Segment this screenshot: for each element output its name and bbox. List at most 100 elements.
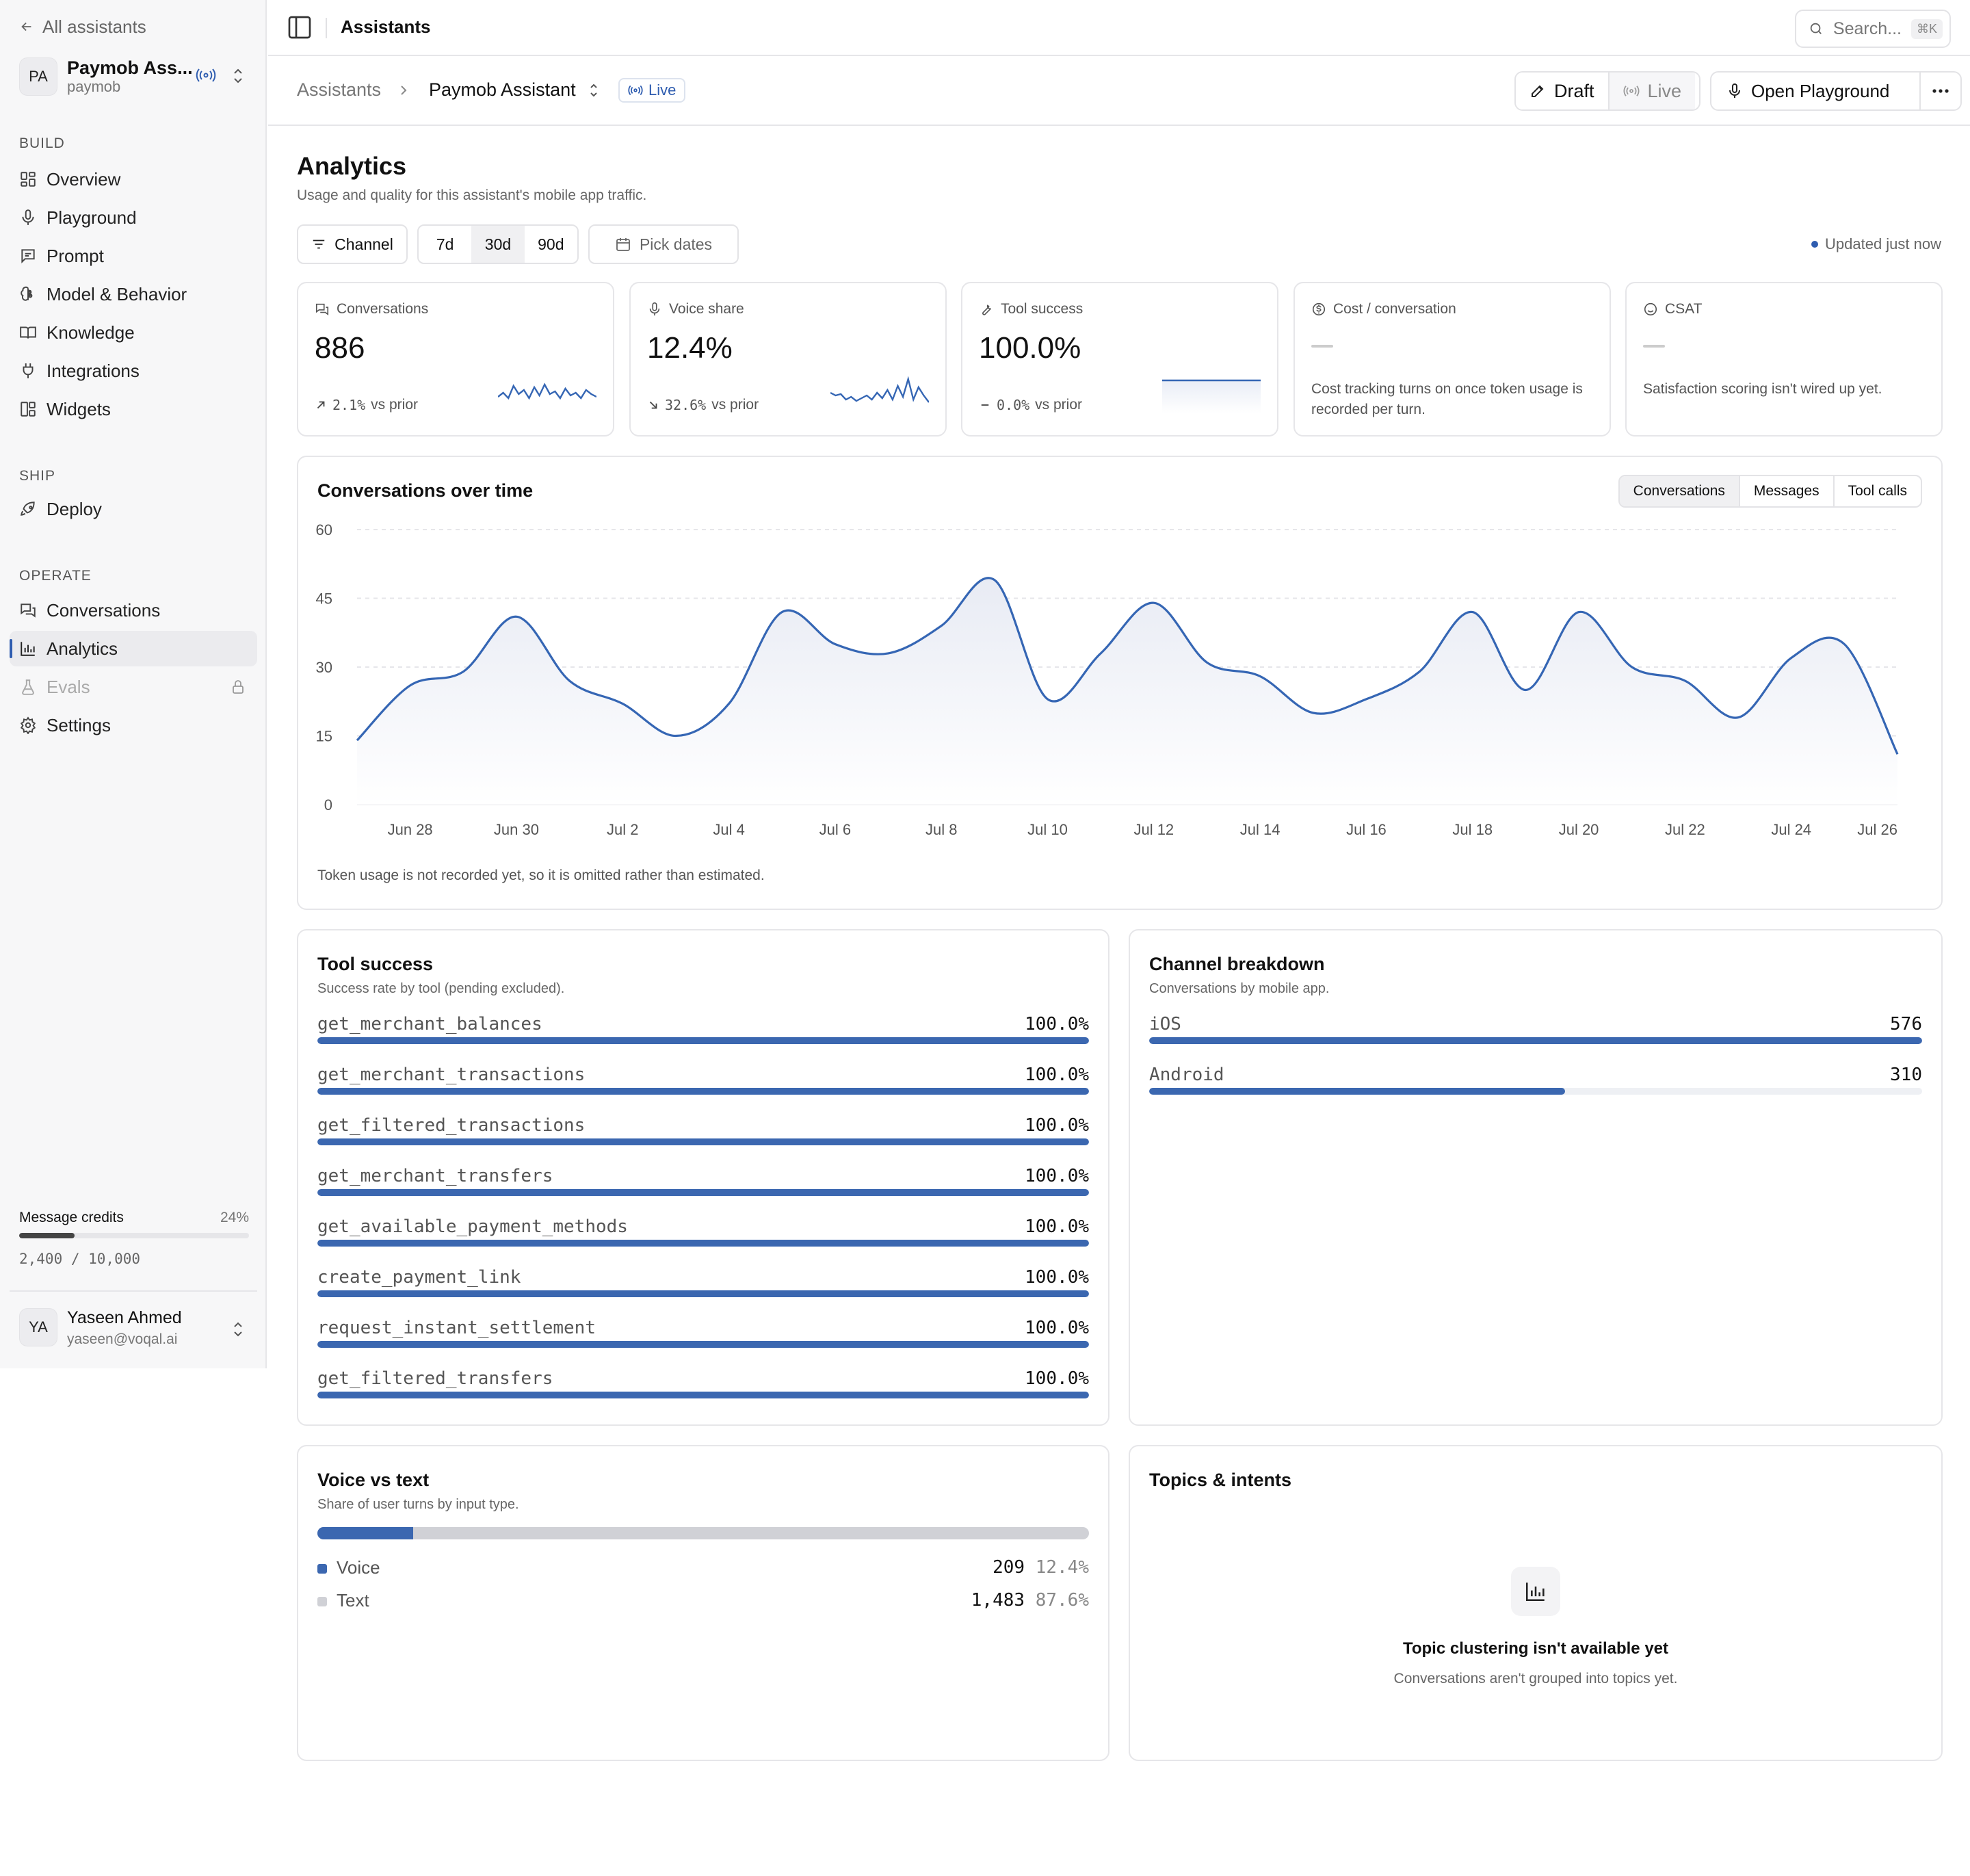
arrow-left-icon xyxy=(21,22,31,31)
more-actions-button[interactable] xyxy=(1919,71,1962,111)
nav-label: Playground xyxy=(47,207,137,228)
row-value: 100.0% xyxy=(1025,1318,1089,1338)
nav-conversations[interactable]: Conversations xyxy=(10,592,257,628)
row-fill xyxy=(1149,1037,1922,1044)
credits-bar-fill xyxy=(19,1233,75,1238)
card-subtitle: Conversations by mobile app. xyxy=(1149,981,1330,996)
breadcrumb-assistants[interactable]: Assistants xyxy=(297,79,381,101)
kpi-card-conversations: Conversations 886 2.1% vs prior xyxy=(297,282,614,437)
range-90d[interactable]: 90d xyxy=(525,226,577,263)
live-button[interactable]: Live xyxy=(1609,73,1696,109)
legend-count: 209 xyxy=(993,1557,1025,1578)
section-build: BUILD xyxy=(19,135,65,151)
kpi-delta-suffix: vs prior xyxy=(1035,397,1083,413)
assistant-name: Paymob Ass... xyxy=(67,57,193,78)
credits-bar xyxy=(19,1233,249,1238)
nav-settings[interactable]: Settings xyxy=(10,707,257,743)
kpi-title-label: Voice share xyxy=(669,301,744,317)
nav-analytics[interactable]: Analytics xyxy=(10,631,257,666)
pick-dates-button[interactable]: Pick dates xyxy=(588,224,739,264)
chat-icon xyxy=(315,303,329,315)
arrow-down-right-icon xyxy=(649,401,657,409)
nav-label: Settings xyxy=(47,714,111,735)
sidebar: All assistants PA Paymob Ass... paymob B… xyxy=(0,0,267,1368)
nav-widgets[interactable]: Widgets xyxy=(10,391,257,427)
kpi-delta-value: 0.0% xyxy=(997,397,1030,413)
row-track xyxy=(317,1341,1089,1348)
nav-integrations[interactable]: Integrations xyxy=(10,353,257,389)
filter-icon xyxy=(313,239,325,249)
sparkline-voice-share xyxy=(830,376,929,403)
dollar-circle-icon xyxy=(1312,302,1326,316)
row-fill xyxy=(317,1240,1089,1247)
row-track xyxy=(317,1088,1089,1095)
nav-label: Widgets xyxy=(47,398,111,419)
row-track xyxy=(1149,1037,1922,1044)
row-track xyxy=(317,1189,1089,1196)
kpi-delta-value: 2.1% xyxy=(332,397,366,413)
kpi-delta-suffix: vs prior xyxy=(371,397,419,413)
row-label: create_payment_link xyxy=(317,1267,521,1288)
minus-icon xyxy=(981,404,989,406)
row-fill xyxy=(1149,1088,1565,1095)
credits-percent: 24% xyxy=(220,1210,249,1225)
voice-share-fill xyxy=(317,1527,413,1539)
chart-title: Conversations over time xyxy=(317,480,534,501)
nav-label: Analytics xyxy=(47,638,118,659)
range-7d[interactable]: 7d xyxy=(419,226,471,263)
nav-overview[interactable]: Overview xyxy=(10,161,257,197)
open-playground-button[interactable]: Open Playground xyxy=(1710,71,1921,111)
row-fill xyxy=(317,1290,1089,1297)
legend-value: 209 12.4% xyxy=(993,1557,1089,1578)
row-track xyxy=(1149,1088,1922,1095)
live-signal-icon xyxy=(196,68,216,82)
row-label: iOS xyxy=(1149,1014,1181,1034)
nav-model-behavior[interactable]: Model & Behavior xyxy=(10,276,257,312)
kpi-title-label: CSAT xyxy=(1665,301,1703,317)
legend-swatch xyxy=(317,1564,327,1574)
legend-row-voice: Voice 209 12.4% xyxy=(317,1557,1089,1580)
nav-label: Model & Behavior xyxy=(47,283,187,304)
range-30d[interactable]: 30d xyxy=(471,226,525,263)
bar-chart-icon xyxy=(1525,1582,1545,1602)
tool-success-card: Tool success Success rate by tool (pendi… xyxy=(297,929,1109,1426)
kpi-value: 886 xyxy=(315,331,365,365)
assistant-switcher[interactable]: PA Paymob Ass... paymob xyxy=(19,57,252,96)
row-fill xyxy=(317,1088,1089,1095)
breadcrumb-current-assistant[interactable]: Paymob Assistant xyxy=(429,79,576,101)
all-assistants-link[interactable]: All assistants xyxy=(19,15,146,38)
user-menu[interactable]: YA Yaseen Ahmed yaseen@voqal.ai xyxy=(19,1308,252,1349)
search-input[interactable]: Search... ⌘K xyxy=(1795,10,1951,48)
tab-conversations[interactable]: Conversations xyxy=(1619,476,1739,506)
row-label: get_filtered_transfers xyxy=(317,1368,553,1389)
progress-row: get_filtered_transfers 100.0% xyxy=(317,1368,1089,1412)
kpi-delta-suffix: vs prior xyxy=(711,397,759,413)
tab-tool-calls[interactable]: Tool calls xyxy=(1833,476,1921,506)
row-value: 100.0% xyxy=(1025,1267,1089,1288)
kpi-note: Cost tracking turns on once token usage … xyxy=(1311,381,1583,417)
kpi-delta-value: 32.6% xyxy=(665,397,707,413)
y-tick-label: 30 xyxy=(316,659,332,676)
user-name: Yaseen Ahmed xyxy=(67,1308,182,1327)
nav-deploy[interactable]: Deploy xyxy=(10,491,257,527)
sidebar-toggle-icon[interactable] xyxy=(286,14,313,41)
chevron-updown-icon[interactable] xyxy=(587,81,601,100)
channel-filter-button[interactable]: Channel xyxy=(297,224,408,264)
empty-state-title: Topic clustering isn't available yet xyxy=(1402,1639,1669,1658)
nav-prompt[interactable]: Prompt xyxy=(10,238,257,274)
kpi-delta: 32.6% vs prior xyxy=(647,397,759,413)
nav-label: Integrations xyxy=(47,360,140,381)
nav-knowledge[interactable]: Knowledge xyxy=(10,315,257,350)
nav-playground[interactable]: Playground xyxy=(10,200,257,235)
x-tick-label: Jul 14 xyxy=(1240,821,1280,838)
y-tick-label: 0 xyxy=(324,796,332,813)
draft-button[interactable]: Draft xyxy=(1516,73,1610,109)
legend-share: 12.4% xyxy=(1035,1557,1089,1578)
voice-vs-text-card: Voice vs text Share of user turns by inp… xyxy=(297,1445,1109,1761)
nav-label: Knowledge xyxy=(47,322,135,343)
arrow-up-right-icon xyxy=(317,401,325,409)
kpi-title-label: Tool success xyxy=(1001,301,1084,317)
tab-messages[interactable]: Messages xyxy=(1738,476,1833,506)
row-value: 576 xyxy=(1890,1014,1922,1034)
x-tick-label: Jul 10 xyxy=(1027,821,1068,838)
